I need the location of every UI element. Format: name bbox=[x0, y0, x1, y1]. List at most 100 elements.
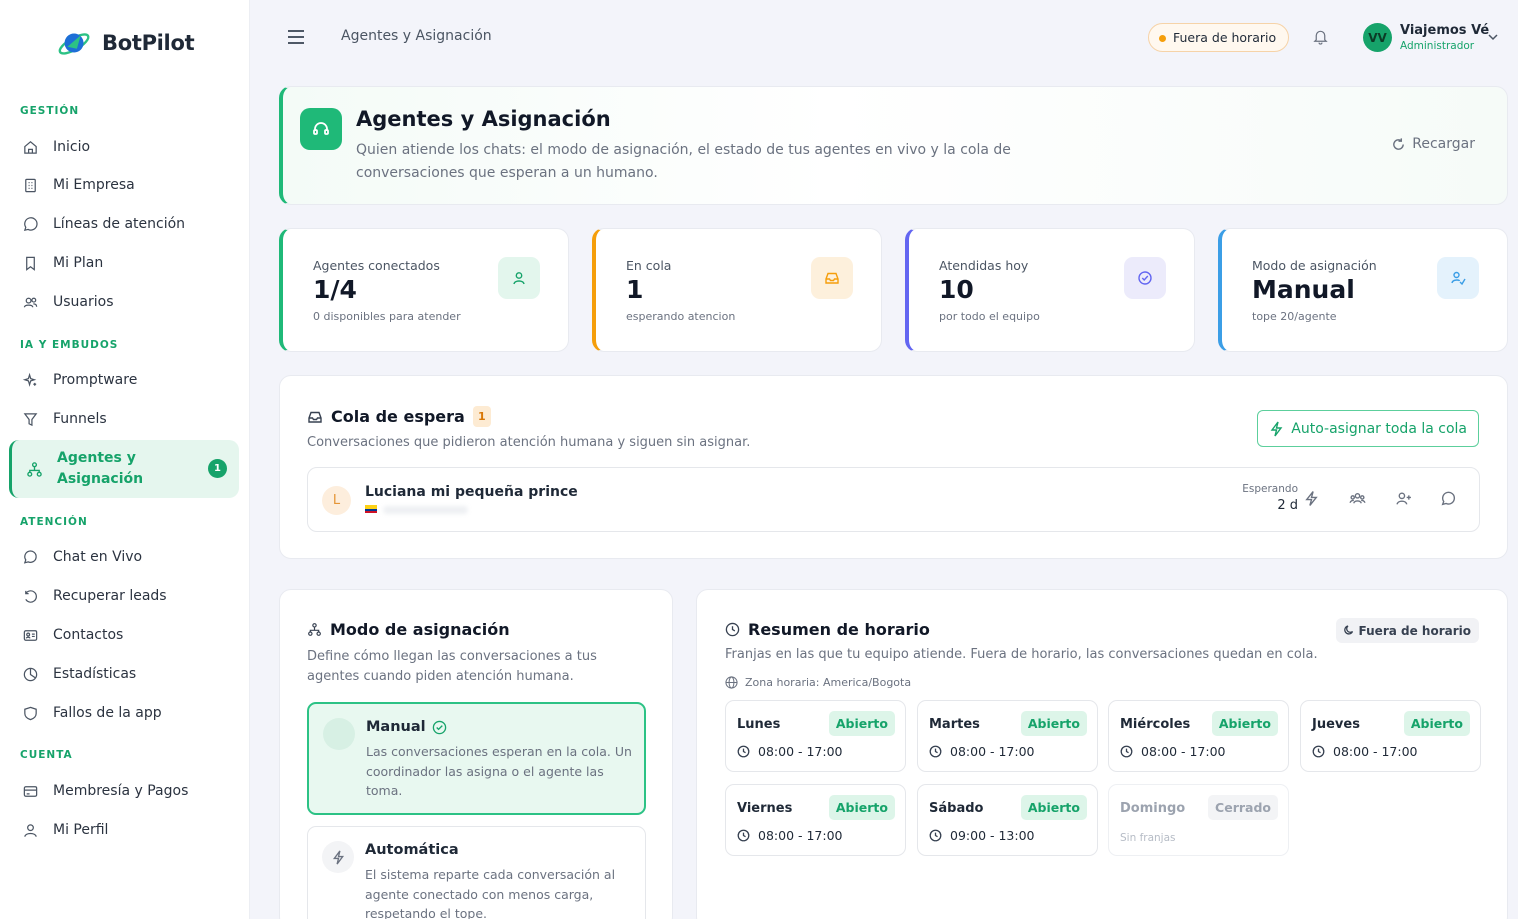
sidebar-item-mi-plan[interactable]: Mi Plan bbox=[22, 248, 238, 278]
sidebar-item-recuperar[interactable]: Recuperar leads bbox=[22, 581, 238, 611]
queue-card: Cola de espera 1 Conversaciones que pidi… bbox=[279, 375, 1508, 559]
flag-colombia-icon bbox=[365, 505, 377, 513]
bookmark-icon bbox=[26, 256, 35, 271]
stat-label: Modo de asignación bbox=[1252, 258, 1377, 273]
reload-label: Recargar bbox=[1412, 136, 1475, 152]
day-card: Miércoles Abierto 08:00 - 17:00 bbox=[1108, 700, 1289, 772]
chevron-down-icon[interactable] bbox=[1487, 31, 1499, 43]
option-title-text: Automática bbox=[365, 842, 459, 858]
nav-section-atencion: ATENCIÓN bbox=[20, 516, 88, 528]
mode-option-automatica[interactable]: Automática El sistema reparte cada conve… bbox=[307, 826, 646, 919]
avatar[interactable]: VV bbox=[1363, 23, 1392, 52]
queue-row[interactable]: L Luciana mi pequeña prince Esperando 2 … bbox=[307, 467, 1480, 532]
option-title: Manual bbox=[366, 719, 447, 735]
nav-count-badge: 1 bbox=[208, 459, 227, 478]
day-hours: 09:00 - 13:00 bbox=[929, 828, 1035, 843]
wait-value: 2 d bbox=[1277, 498, 1298, 513]
stat-label: Atendidas hoy bbox=[939, 258, 1029, 273]
sidebar-item-promptware[interactable]: Promptware bbox=[22, 365, 238, 395]
brand[interactable]: BotPilot bbox=[56, 24, 195, 62]
clock-icon bbox=[929, 745, 942, 758]
day-status-badge: Abierto bbox=[1403, 711, 1470, 736]
stat-sub: 0 disponibles para atender bbox=[313, 310, 461, 323]
sidebar-item-label: Mi Perfil bbox=[53, 822, 109, 838]
sidebar-item-mi-empresa[interactable]: Mi Empresa bbox=[22, 170, 238, 200]
sidebar-item-estadisticas[interactable]: Estadísticas bbox=[22, 659, 238, 689]
sidebar-item-funnels[interactable]: Funnels bbox=[22, 404, 238, 434]
wait-label: Esperando bbox=[1242, 483, 1298, 495]
bell-icon[interactable] bbox=[1312, 28, 1329, 45]
user-icon bbox=[498, 257, 540, 299]
stat-value: 1/4 bbox=[313, 275, 357, 304]
day-status-badge: Abierto bbox=[828, 795, 895, 820]
home-icon bbox=[24, 140, 37, 154]
sidebar-item-label: Chat en Vivo bbox=[53, 549, 143, 565]
sidebar-item-contactos[interactable]: Contactos bbox=[22, 620, 238, 650]
day-name: Viernes bbox=[737, 801, 793, 816]
globe-icon bbox=[725, 676, 738, 689]
day-hours-text: Sin franjas bbox=[1120, 832, 1176, 844]
users-group-icon[interactable] bbox=[1349, 490, 1366, 507]
mode-option-manual[interactable]: Manual Las conversaciones esperan en la … bbox=[307, 702, 646, 815]
contact-card-icon bbox=[23, 629, 38, 641]
day-hours-text: 08:00 - 17:00 bbox=[1141, 744, 1226, 759]
auto-assign-button[interactable]: Auto-asignar toda la cola bbox=[1257, 410, 1479, 447]
stat-sub: tope 20/agente bbox=[1252, 310, 1337, 323]
status-badge: Fuera de horario bbox=[1148, 23, 1290, 52]
reload-button[interactable]: Recargar bbox=[1391, 136, 1475, 152]
page-header-card: Agentes y Asignación Quien atiende los c… bbox=[279, 86, 1508, 205]
sidebar-item-membresia[interactable]: Membresía y Pagos bbox=[22, 776, 238, 806]
timezone-text: Zona horaria: America/Bogota bbox=[745, 676, 912, 689]
chat-icon bbox=[23, 549, 37, 564]
user-name[interactable]: Viajemos Vé bbox=[1400, 23, 1489, 38]
mode-subtitle: Define cómo llegan las conversaciones a … bbox=[307, 649, 597, 684]
sidebar-item-label: Mi Plan bbox=[53, 255, 104, 271]
sidebar-item-agentes[interactable]: Agentes y Asignación 1 bbox=[9, 440, 239, 498]
clock-icon bbox=[737, 745, 750, 758]
stat-modo: Modo de asignación Manual tope 20/agente bbox=[1218, 228, 1508, 352]
day-name: Domingo bbox=[1120, 801, 1186, 816]
clock-icon bbox=[737, 829, 750, 842]
lightning-icon[interactable] bbox=[1303, 490, 1320, 507]
sidebar-item-chat[interactable]: Chat en Vivo bbox=[22, 542, 238, 572]
clock-icon bbox=[929, 829, 942, 842]
sidebar-item-perfil[interactable]: Mi Perfil bbox=[22, 815, 238, 845]
day-hours: 08:00 - 17:00 bbox=[929, 744, 1035, 759]
option-title: Automática bbox=[365, 842, 459, 858]
stat-value: 10 bbox=[939, 275, 974, 304]
stat-label: Agentes conectados bbox=[313, 258, 440, 273]
sidebar-item-usuarios[interactable]: Usuarios bbox=[22, 287, 238, 317]
sidebar-item-lineas[interactable]: Líneas de atención bbox=[22, 209, 238, 239]
credit-card-icon bbox=[23, 785, 38, 797]
user-icon bbox=[24, 823, 37, 837]
schedule-status-badge: Fuera de horario bbox=[1335, 618, 1479, 643]
day-status-badge: Abierto bbox=[1020, 795, 1087, 820]
lightning-icon bbox=[1270, 421, 1283, 436]
day-status-badge: Abierto bbox=[1211, 711, 1278, 736]
sidebar-item-fallos[interactable]: Fallos de la app bbox=[22, 698, 238, 728]
users-icon bbox=[23, 297, 38, 307]
menu-icon[interactable] bbox=[286, 28, 306, 46]
day-name: Martes bbox=[929, 717, 980, 732]
headset-icon bbox=[300, 108, 342, 150]
sidebar-item-label: Estadísticas bbox=[53, 666, 137, 682]
lightning-icon bbox=[322, 841, 354, 873]
page-subtitle: Quien atiende los chats: el modo de asig… bbox=[356, 142, 1011, 181]
sidebar-item-inicio[interactable]: Inicio bbox=[22, 132, 238, 162]
day-status-badge: Cerrado bbox=[1208, 795, 1278, 820]
sidebar-item-label: Promptware bbox=[53, 372, 138, 388]
day-hours-text: 08:00 - 17:00 bbox=[758, 744, 843, 759]
refresh-icon bbox=[1393, 137, 1405, 150]
day-card: Viernes Abierto 08:00 - 17:00 bbox=[725, 784, 906, 856]
user-plus-icon[interactable] bbox=[1395, 490, 1412, 507]
day-hours-text: 08:00 - 17:00 bbox=[758, 828, 843, 843]
chat-icon[interactable] bbox=[1440, 490, 1457, 507]
mode-title-text: Modo de asignación bbox=[330, 620, 510, 639]
day-hours: 08:00 - 17:00 bbox=[737, 744, 843, 759]
auto-assign-label: Auto-asignar toda la cola bbox=[1291, 420, 1467, 437]
sidebar-item-label: Usuarios bbox=[53, 294, 114, 310]
schedule-card: Resumen de horario Fuera de horario Fran… bbox=[696, 589, 1508, 919]
day-name: Miércoles bbox=[1120, 717, 1191, 732]
network-icon bbox=[27, 461, 42, 477]
sidebar-item-label: Inicio bbox=[53, 139, 91, 155]
